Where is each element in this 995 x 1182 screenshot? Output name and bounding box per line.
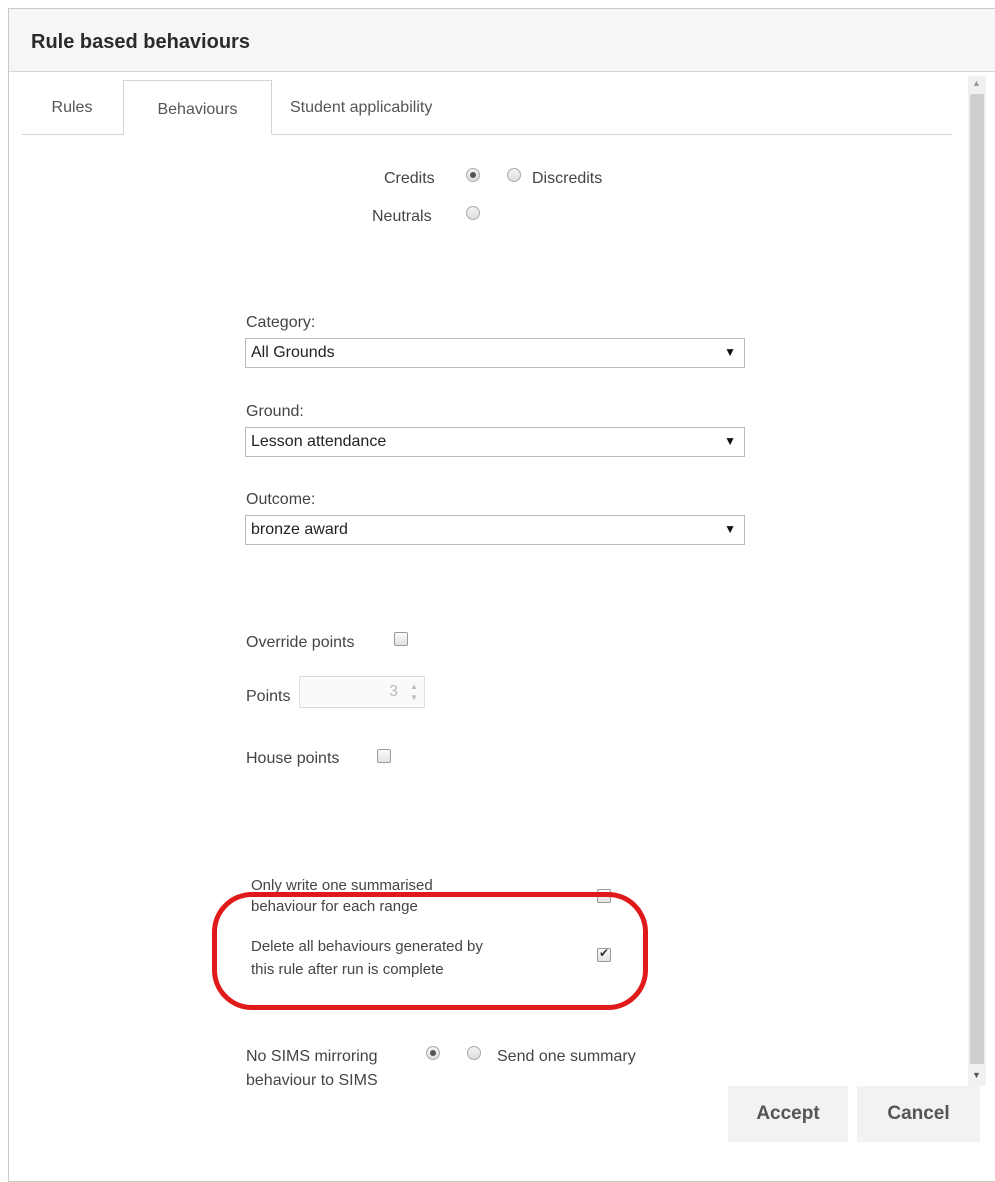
dropdown-arrow-icon: ▼ [724, 345, 736, 359]
scroll-up-icon[interactable]: ▲ [972, 78, 981, 88]
house-points-label: House points [246, 750, 340, 767]
send-summary-radio[interactable] [467, 1046, 481, 1060]
outcome-label: Outcome: [246, 491, 316, 508]
category-value: All Grounds [251, 344, 335, 361]
points-label: Points [246, 688, 291, 705]
ground-select[interactable]: Lesson attendance ▼ [245, 427, 745, 457]
stepper-down-icon[interactable]: ▼ [410, 693, 418, 702]
house-points-checkbox[interactable] [377, 749, 391, 763]
category-label: Category: [246, 314, 316, 331]
override-points-checkbox[interactable] [394, 632, 408, 646]
tab-behaviours[interactable]: Behaviours [123, 80, 272, 135]
accept-button[interactable]: Accept [728, 1086, 848, 1142]
stepper-up-icon[interactable]: ▲ [410, 682, 418, 691]
override-points-label: Override points [246, 634, 355, 651]
neutrals-radio[interactable] [466, 206, 480, 220]
send-summary-label-line2: behaviour to SIMS [246, 1072, 378, 1086]
tab-rules[interactable]: Rules [22, 80, 122, 134]
points-stepper[interactable]: 3 ▲ ▼ [299, 676, 425, 708]
no-sims-mirroring-label: No SIMS mirroring [246, 1048, 378, 1065]
tab-bar: Rules Behaviours Student applicability [22, 80, 952, 135]
outcome-select[interactable]: bronze award ▼ [245, 515, 745, 545]
discredits-label: Discredits [532, 170, 603, 187]
dialog-header: Rule based behaviours [9, 9, 995, 72]
outcome-value: bronze award [251, 521, 348, 538]
credits-label: Credits [384, 170, 435, 187]
tab-student-applicability[interactable]: Student applicability [290, 80, 490, 134]
neutrals-label: Neutrals [372, 208, 432, 225]
ground-label: Ground: [246, 403, 304, 420]
scroll-down-icon[interactable]: ▼ [972, 1070, 981, 1080]
category-select[interactable]: All Grounds ▼ [245, 338, 745, 368]
credits-radio[interactable] [466, 168, 480, 182]
highlight-annotation [212, 892, 648, 1010]
ground-value: Lesson attendance [251, 433, 387, 450]
discredits-radio[interactable] [507, 168, 521, 182]
scroll-thumb[interactable] [970, 94, 984, 1064]
no-sims-mirroring-radio[interactable] [426, 1046, 440, 1060]
dropdown-arrow-icon: ▼ [724, 434, 736, 448]
cancel-button[interactable]: Cancel [857, 1086, 980, 1142]
dialog-title: Rule based behaviours [31, 31, 250, 53]
points-value: 3 [389, 683, 398, 700]
scrollbar[interactable]: ▲ ▼ [968, 76, 986, 1086]
dropdown-arrow-icon: ▼ [724, 522, 736, 536]
send-summary-label-line1: Send one summary [497, 1048, 636, 1065]
